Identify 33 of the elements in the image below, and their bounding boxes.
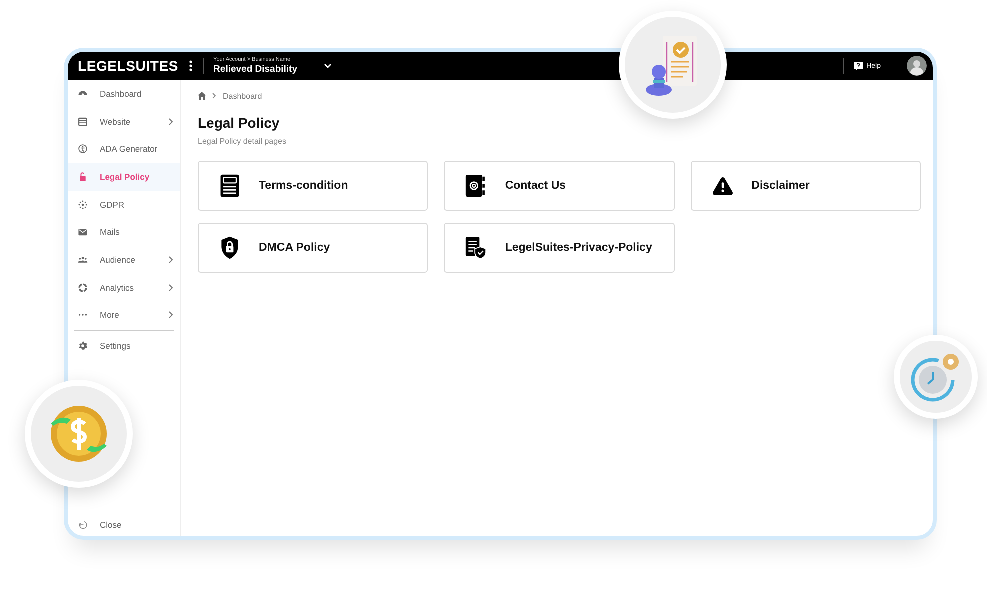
page-title: Legal Policy [198,115,281,131]
sidebar-item[interactable]: More [68,302,180,330]
help-icon [854,62,863,70]
policy-card[interactable]: Contact Us [444,161,675,211]
sidebar-item[interactable]: Website [68,108,180,136]
sidebar-item[interactable]: Analytics [68,274,180,302]
breadcrumb-link[interactable]: Dashboard [223,92,262,100]
sidebar-item[interactable]: Dashboard [68,80,180,108]
document-shield-icon [465,236,488,260]
settings-icon [78,341,88,352]
sidebar-item[interactable]: Audience [68,246,180,274]
policy-card[interactable]: Terms-condition [198,161,428,211]
address-book-icon [465,174,488,198]
sidebar-item[interactable]: Mails [68,218,180,246]
sidebar-item[interactable]: GDPR [68,190,180,218]
terms-document-icon [219,174,241,198]
policy-card[interactable]: LegelSuites-Privacy-Policy [444,223,675,273]
sidebar-item[interactable]: Settings [68,332,180,360]
business-name: Relieved Disability [214,65,298,74]
exit-icon [78,520,88,530]
chevron-icon [212,93,217,99]
page-subtitle: Legal Policy detail pages [198,137,288,146]
sidebar-item[interactable]: Legal Policy [68,163,180,191]
shield-lock-icon [219,236,241,260]
close-button[interactable]: Close [68,514,180,536]
avatar[interactable] [907,56,927,76]
policy-card[interactable]: Disclaimer [690,161,921,211]
sidebar-item[interactable]: ADA Generator [68,135,180,164]
home-icon[interactable] [198,92,206,100]
dropdown-caret-icon[interactable] [324,63,332,69]
more-icon[interactable] [188,60,193,72]
logo: LEGELSUITES [78,58,179,74]
policy-card[interactable]: DMCA Policy [198,223,428,273]
